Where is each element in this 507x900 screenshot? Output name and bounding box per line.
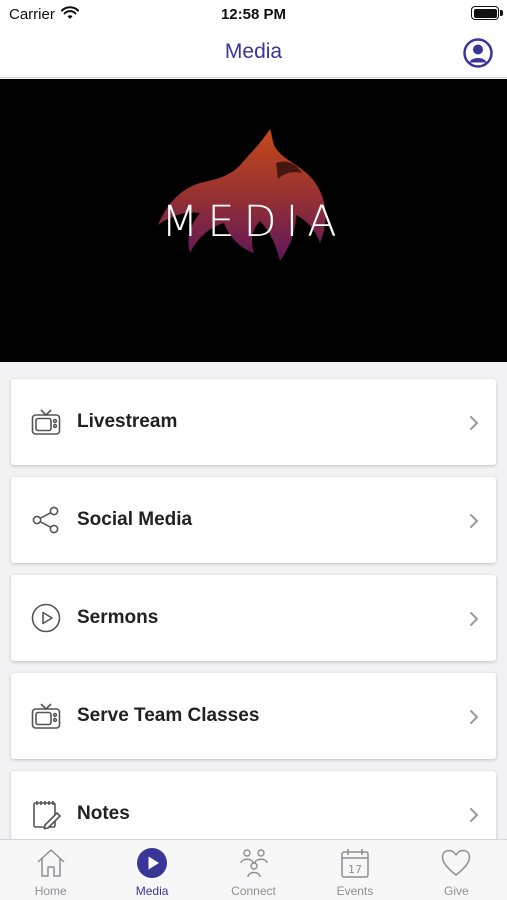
- tab-media[interactable]: Media: [101, 840, 202, 900]
- hero-title: MEDIA: [161, 197, 346, 247]
- tab-label: Events: [336, 884, 374, 898]
- heart-icon: [440, 847, 472, 879]
- notepad-icon: [30, 798, 62, 830]
- chevron-right-icon: [469, 709, 479, 725]
- tab-home[interactable]: Home: [0, 840, 101, 900]
- chevron-right-icon: [469, 611, 479, 627]
- nav-bar: Media: [0, 28, 507, 78]
- tab-events[interactable]: 17 Events: [304, 840, 405, 900]
- tab-label: Media: [135, 884, 169, 898]
- tab-label: Give: [443, 884, 469, 898]
- menu-item-sermons[interactable]: Sermons: [11, 575, 496, 661]
- tab-connect[interactable]: Connect: [203, 840, 304, 900]
- calendar-icon: 17: [339, 847, 371, 879]
- menu-item-label: Social Media: [77, 509, 193, 530]
- menu-item-label: Sermons: [77, 607, 159, 628]
- hero-banner: MEDIA: [0, 79, 507, 362]
- play-circle-icon: [30, 602, 62, 634]
- menu-item-label: Notes: [77, 803, 130, 824]
- tab-give[interactable]: Give: [406, 840, 507, 900]
- page-title: Media: [224, 40, 283, 63]
- menu-item-serve-team-classes[interactable]: Serve Team Classes: [11, 673, 496, 759]
- battery-icon: [471, 6, 499, 20]
- tab-label: Home: [34, 884, 67, 898]
- status-bar: Carrier 12:58 PM: [0, 0, 507, 28]
- calendar-day: 17: [348, 863, 362, 876]
- chevron-right-icon: [469, 513, 479, 529]
- chevron-right-icon: [469, 807, 479, 823]
- chevron-right-icon: [469, 415, 479, 431]
- share-icon: [30, 504, 62, 536]
- home-icon: [35, 847, 67, 879]
- tv-icon: [30, 700, 62, 732]
- tab-label: Connect: [231, 884, 276, 898]
- battery-tip: [500, 10, 503, 16]
- people-icon: [238, 847, 270, 879]
- media-menu-list: Livestream Social Media Sermons Serve Te…: [0, 362, 507, 839]
- play-icon: [136, 847, 168, 879]
- tv-icon: [30, 406, 62, 438]
- menu-item-livestream[interactable]: Livestream: [11, 379, 496, 465]
- menu-item-label: Livestream: [77, 411, 178, 432]
- menu-item-social-media[interactable]: Social Media: [11, 477, 496, 563]
- user-circle-icon[interactable]: [463, 38, 493, 68]
- tab-bar: Home Media Connect 17 Events Give: [0, 839, 507, 900]
- clock: 12:58 PM: [220, 6, 287, 23]
- menu-item-notes[interactable]: Notes: [11, 771, 496, 839]
- menu-item-label: Serve Team Classes: [77, 705, 260, 726]
